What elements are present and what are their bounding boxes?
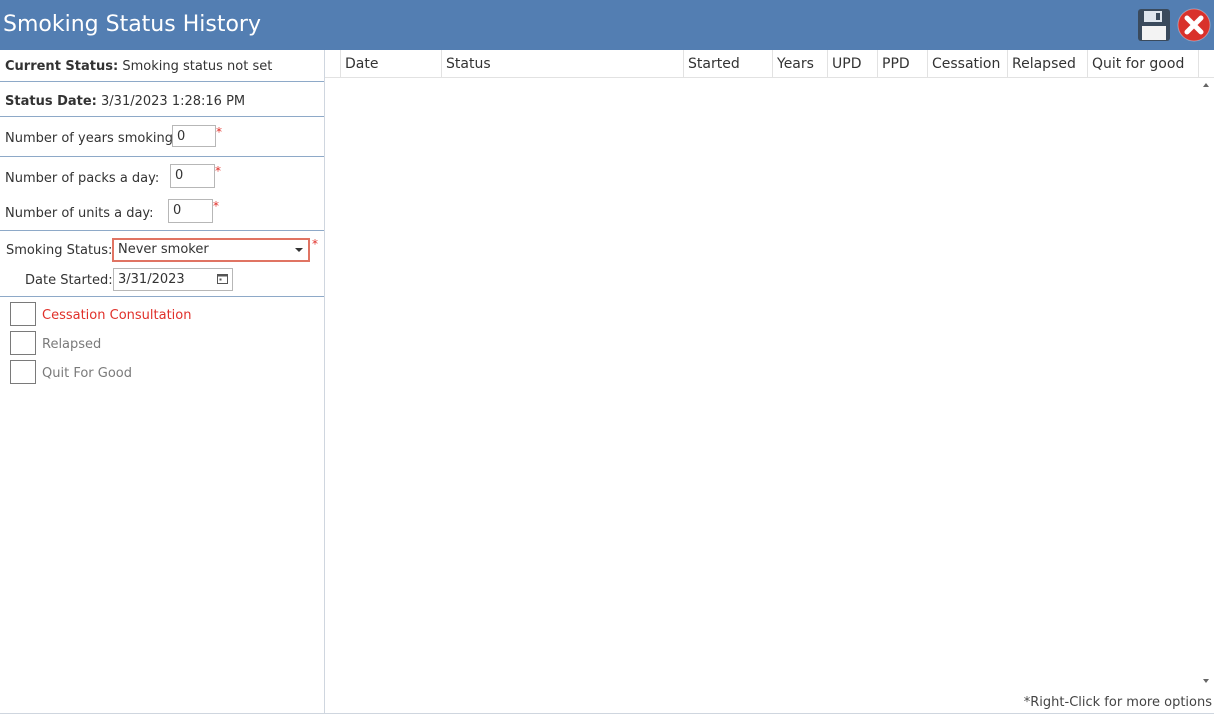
dropdown-caret-icon <box>295 248 303 252</box>
smoking-status-label: Smoking Status: <box>6 243 113 258</box>
history-grid[interactable]: Date Status Started Years UPD PPD Cessat… <box>325 50 1214 714</box>
column-header-date[interactable]: Date <box>340 50 441 77</box>
units-day-label: Number of units a day: <box>5 206 154 221</box>
current-status-value: Smoking status not set <box>122 59 273 74</box>
divider <box>0 296 324 297</box>
column-header-status[interactable]: Status <box>441 50 683 77</box>
bottom-border <box>0 713 1214 714</box>
units-day-input[interactable]: 0 <box>168 199 213 223</box>
smoking-status-value: Never smoker <box>118 242 209 257</box>
cessation-consultation-checkbox[interactable] <box>10 302 36 326</box>
date-started-label: Date Started: <box>25 273 113 288</box>
column-header-relapsed[interactable]: Relapsed <box>1007 50 1087 77</box>
title-bar: Smoking Status History <box>0 0 1214 50</box>
cessation-consultation-label: Cessation Consultation <box>42 308 192 323</box>
packs-day-input[interactable]: 0 <box>170 164 215 188</box>
relapsed-label: Relapsed <box>42 337 102 352</box>
scroll-up-icon <box>1203 83 1209 87</box>
close-button[interactable] <box>1176 7 1212 43</box>
relapsed-checkbox[interactable] <box>10 331 36 355</box>
current-status-label: Current Status: <box>5 59 119 74</box>
smoking-status-dropdown[interactable]: Never smoker <box>112 238 310 262</box>
status-date-label: Status Date: <box>5 94 97 109</box>
window-title: Smoking Status History <box>3 12 261 37</box>
years-smoking-input[interactable]: 0 <box>172 125 216 147</box>
quit-for-good-label: Quit For Good <box>42 366 132 381</box>
date-started-value: 3/31/2023 <box>118 272 185 287</box>
divider <box>0 116 324 117</box>
years-smoking-label: Number of years smoking: <box>5 131 178 146</box>
save-icon <box>1138 9 1170 41</box>
close-icon <box>1177 8 1211 42</box>
grid-header: Date Status Started Years UPD PPD Cessat… <box>325 50 1214 78</box>
required-marker: * <box>215 164 221 178</box>
divider <box>0 81 324 82</box>
left-panel: Current Status: Smoking status not set S… <box>0 50 325 714</box>
divider <box>0 156 324 157</box>
right-click-hint: *Right-Click for more options <box>1023 695 1212 710</box>
packs-day-label: Number of packs a day: <box>5 171 160 186</box>
current-status: Current Status: Smoking status not set <box>5 59 272 74</box>
calendar-icon[interactable] <box>217 273 228 284</box>
scroll-down-button[interactable] <box>1201 676 1211 686</box>
quit-for-good-checkbox[interactable] <box>10 360 36 384</box>
date-started-input[interactable]: 3/31/2023 <box>113 268 233 291</box>
column-header-quit-for-good[interactable]: Quit for good <box>1087 50 1199 77</box>
required-marker: * <box>213 199 219 213</box>
required-marker: * <box>312 237 318 251</box>
scroll-down-icon <box>1203 679 1209 683</box>
status-date: Status Date: 3/31/2023 1:28:16 PM <box>5 94 245 109</box>
column-header-started[interactable]: Started <box>683 50 772 77</box>
save-button[interactable] <box>1136 7 1172 43</box>
required-marker: * <box>216 125 222 139</box>
status-date-value: 3/31/2023 1:28:16 PM <box>101 94 246 109</box>
column-header-upd[interactable]: UPD <box>827 50 877 77</box>
scroll-up-button[interactable] <box>1201 80 1211 90</box>
divider <box>0 230 324 231</box>
column-header-cessation[interactable]: Cessation <box>927 50 1007 77</box>
column-header-years[interactable]: Years <box>772 50 827 77</box>
column-header-ppd[interactable]: PPD <box>877 50 927 77</box>
